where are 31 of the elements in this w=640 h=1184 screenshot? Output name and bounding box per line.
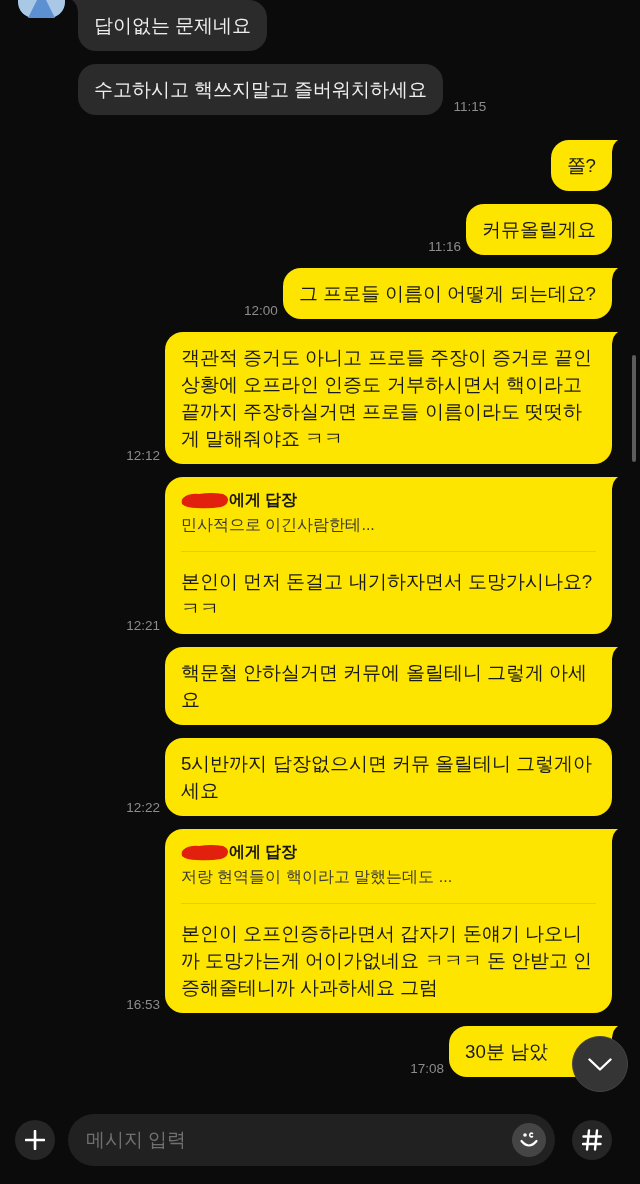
message-bubble: 핵문철 안하실거면 커뮤에 올릴테니 그렇게 아세요: [165, 647, 612, 725]
message-time: 17:08: [410, 1061, 444, 1077]
hash-icon: [582, 1129, 602, 1151]
quoted-message: 저랑 현역들이 핵이라고 말했는데도 ...: [181, 867, 454, 887]
scroll-down-button[interactable]: [572, 1036, 628, 1092]
message-bubble: 답이없는 문제네요: [78, 0, 268, 51]
message-bubble: 5시반까지 답장없으시면 커뮤 올릴테니 그렇게아세요: [165, 738, 612, 816]
message-time: 12:12: [126, 448, 160, 464]
chevron-down-icon: [588, 1057, 612, 1071]
message-bubble: 객관적 증거도 아니고 프로들 주장이 증거로 끝인 상황에 오프라인 인증도 거부하시면서 핵이라고 끝까지 주장하실거면 프로들 이름이라도 떳떳하게 말해줘야죠 ㅋㅋ: [165, 332, 612, 464]
hashtag-button[interactable]: [572, 1120, 612, 1160]
add-button[interactable]: [15, 1120, 55, 1160]
message-bubble: 쫄?: [550, 140, 612, 191]
message-time: 12:00: [244, 303, 278, 319]
message-bubble: 수고하시고 핵쓰지말고 즐버워치하세요: [78, 64, 444, 115]
message-text: 본인이 오프인증하라면서 갑자기 돈얘기 나오니까 도망가는게 어이가없네요 ㅋㅋㅋ 돈 안받고 인증해줄테니까 사과하세요 그럼: [181, 922, 594, 1000]
message-bubble: 커뮤올릴게요: [466, 204, 612, 255]
message-time: 16:53: [126, 997, 160, 1013]
plus-icon: [25, 1130, 45, 1150]
message-time: 12:22: [126, 800, 160, 816]
reply-to-label: 에게 답장: [229, 490, 298, 510]
reply-to-label: 에게 답장: [229, 842, 298, 862]
quoted-message: 민사적으로 이긴사람한테...: [181, 515, 376, 535]
message-time: 11:15: [453, 99, 487, 115]
smiley-icon: [519, 1131, 539, 1149]
message-text: 본인이 먼저 돈걸고 내기하자면서 도망가시나요? ㅋㅋ: [181, 570, 594, 621]
message-time: 11:16: [428, 239, 461, 255]
avatar-icon[interactable]: [18, 0, 65, 18]
message-bubble: 그 프로들 이름이 어떻게 되는데요?: [282, 268, 612, 319]
message-time: 12:21: [126, 618, 160, 634]
message-input[interactable]: 메시지 입력: [68, 1114, 555, 1166]
